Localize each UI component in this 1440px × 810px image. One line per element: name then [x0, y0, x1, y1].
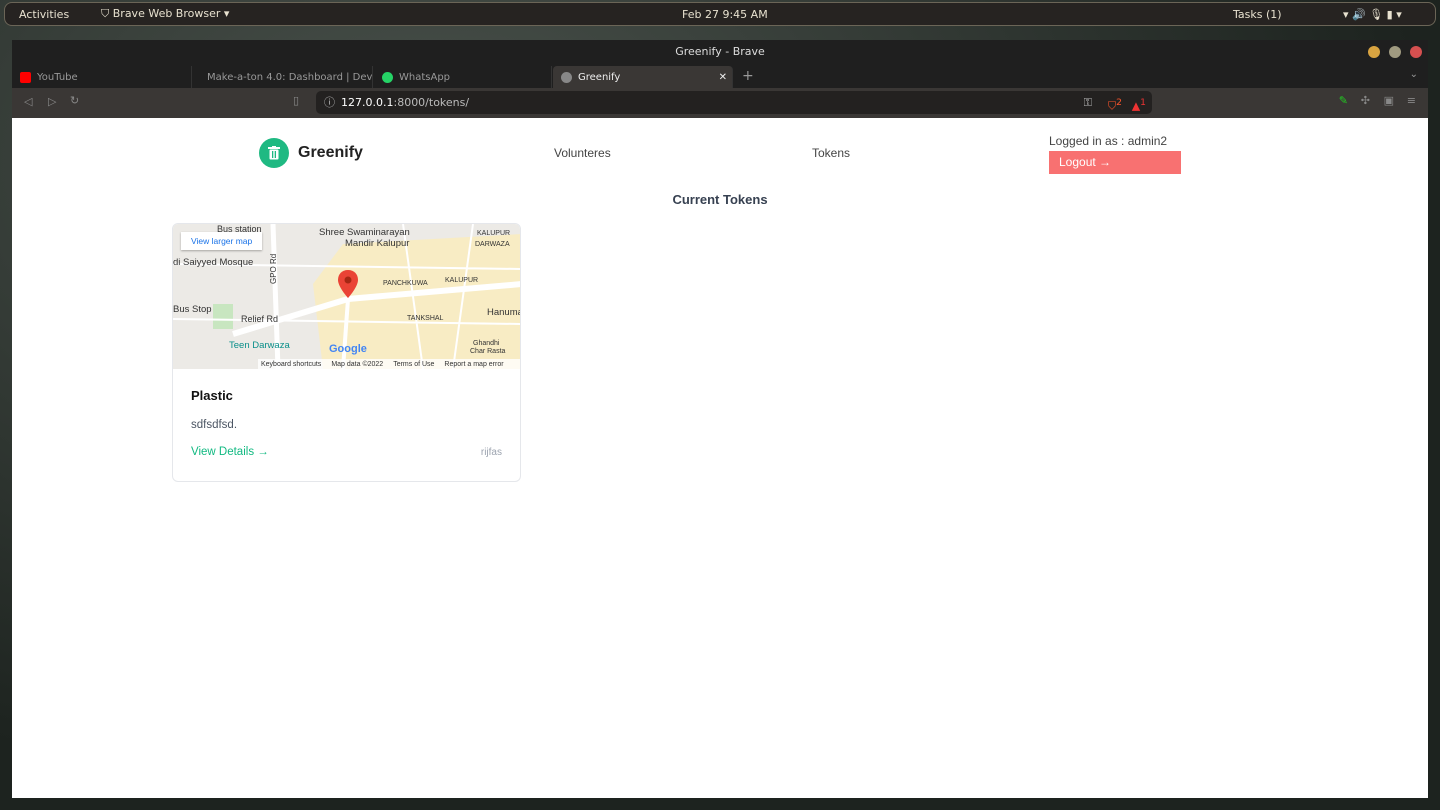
view-larger-map-link[interactable]: View larger map [181, 232, 263, 250]
bookmark-icon[interactable]: ▯ [293, 94, 299, 107]
tab-list-chevron-icon[interactable]: ⌄ [1410, 69, 1418, 80]
map-attribution: Keyboard shortcuts Map data ©2022 Terms … [258, 359, 520, 369]
token-author: rijfas [480, 447, 502, 458]
wallet-icon[interactable]: ▣ [1384, 94, 1394, 107]
token-description: sdfsdfsd. [191, 419, 238, 431]
tab-youtube[interactable]: YouTube [12, 66, 192, 88]
close-tab-icon[interactable]: ✕ [719, 72, 727, 83]
minimize-button[interactable] [1368, 46, 1380, 58]
activities-button[interactable]: Activities [19, 8, 69, 21]
menu-icon[interactable]: ≡ [1407, 94, 1416, 107]
close-window-button[interactable] [1410, 46, 1422, 58]
brave-rewards-icon[interactable]: ▲1 [1132, 91, 1146, 118]
terms-link[interactable]: Terms of Use [393, 361, 434, 368]
address-bar[interactable]: ⓘ 127.0.0.1:8000/tokens/ ⚿ ⛉2 ▲1 [316, 91, 1152, 114]
maximize-button[interactable] [1389, 46, 1401, 58]
reload-icon[interactable]: ↻ [70, 94, 79, 107]
report-error-link[interactable]: Report a map error [444, 361, 503, 368]
nav-volunteers[interactable]: Volunteres [554, 146, 611, 160]
tasks-indicator[interactable]: Tasks (1) [1233, 8, 1282, 21]
map-data-text: Map data ©2022 [331, 360, 384, 368]
nav-tokens[interactable]: Tokens [812, 146, 850, 160]
trash-icon [259, 138, 289, 168]
view-details-link[interactable]: View Details → [191, 446, 269, 458]
tab-greenify[interactable]: Greenify ✕ [553, 66, 733, 88]
app-menu[interactable]: ⛉ Brave Web Browser ▾ [101, 7, 229, 21]
token-card: View larger map Bus station Shree Swamin… [172, 223, 521, 482]
keyboard-shortcuts-link[interactable]: Keyboard shortcuts [261, 361, 321, 368]
system-tray-icons[interactable]: ▾ 🔊 🎙 ▮ ▾ [1343, 8, 1402, 21]
tab-strip: YouTube Make-a-ton 4.0: Dashboard | Devf… [12, 66, 1428, 88]
web-page: Greenify Volunteres Tokens Logged in as … [12, 118, 1428, 798]
site-info-icon[interactable]: ⓘ [324, 91, 335, 114]
forward-icon[interactable]: ▷ [48, 95, 56, 108]
browser-toolbar: ◁ ▷ ↻ ▯ ⓘ 127.0.0.1:8000/tokens/ ⚿ ⛉2 ▲1 … [12, 88, 1428, 118]
back-icon[interactable]: ◁ [24, 95, 32, 108]
tab-whatsapp[interactable]: WhatsApp [374, 66, 552, 88]
extension-icon[interactable]: ✎ [1339, 94, 1348, 107]
brand[interactable]: Greenify [259, 138, 363, 168]
logged-in-label: Logged in as : admin2 [1049, 134, 1168, 148]
extensions-puzzle-icon[interactable]: ✣ [1361, 94, 1370, 107]
tab-devfolio[interactable]: Make-a-ton 4.0: Dashboard | Devfolio [193, 66, 373, 88]
browser-window: Greenify - Brave YouTube Make-a-ton 4.0:… [12, 40, 1428, 798]
page-title: Current Tokens [672, 192, 768, 207]
clock[interactable]: Feb 27 9:45 AM [682, 8, 768, 21]
system-top-bar: Activities ⛉ Brave Web Browser ▾ Feb 27 … [4, 2, 1436, 26]
key-icon[interactable]: ⚿ [1084, 91, 1092, 114]
google-logo: Google [329, 343, 367, 355]
token-title: Plastic [191, 388, 233, 403]
window-title: Greenify - Brave [12, 40, 1428, 66]
map-marker-icon[interactable] [338, 270, 358, 298]
brave-shield-icon[interactable]: ⛉2 [1108, 91, 1122, 118]
embedded-map[interactable]: View larger map Bus station Shree Swamin… [173, 224, 520, 369]
logout-button[interactable]: Logout → [1049, 151, 1181, 174]
new-tab-button[interactable]: + [742, 68, 754, 84]
